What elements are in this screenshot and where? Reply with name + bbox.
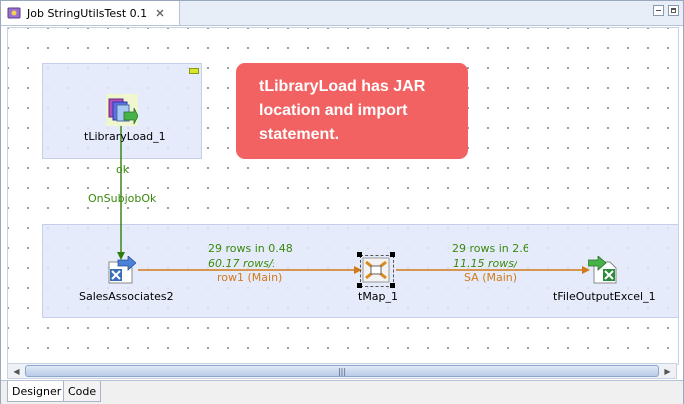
sa-flow-name: SA (Main) [464,271,518,284]
sales-associates-label: SalesAssociates2 [79,290,174,303]
tmap-handle-br[interactable] [390,283,395,288]
tmap-handle-tl[interactable] [357,252,362,257]
sa-rate-stat: 11.15 rows/s [453,257,517,270]
excel-output-label: tFileOutputExcel_1 [553,290,656,303]
row1-rate-stat: 60.17 rows/s [208,257,274,270]
scroll-left-button[interactable]: ◀ [9,364,24,378]
scrollbar-thumb[interactable]: ||| [25,365,659,377]
tab-designer[interactable]: Designer [7,381,67,402]
job-icon [7,7,21,19]
excel-output-icon[interactable] [588,256,618,284]
ok-trigger-label: ok [116,163,130,176]
sales-associates-icon[interactable] [106,256,136,284]
tmap-label: tMap_1 [358,290,399,303]
editor-tab-title: Job StringUtilsTest 0.1 [27,6,148,20]
minimize-button[interactable] [653,5,664,16]
row1-rows-stat: 29 rows in 0.48 [208,242,292,255]
window-controls [653,5,679,16]
library-load-icon[interactable] [106,94,138,126]
tmap-icon[interactable] [362,257,390,283]
scroll-right-button[interactable]: ▶ [660,364,675,378]
editor-tab-job[interactable]: Job StringUtilsTest 0.1 [1,1,180,25]
tmap-handle-tr[interactable] [390,252,395,257]
library-load-label: tLibraryLoad_1 [84,130,166,143]
editor-tab-bar: Job StringUtilsTest 0.1 [1,1,683,26]
editor-bottom-tabs: Designer Code [1,380,683,404]
grip-icon: ||| [337,366,347,376]
designer-canvas[interactable]: tLibraryLoad has JAR location and import… [7,27,679,365]
maximize-button[interactable] [668,5,679,16]
job-editor: Job StringUtilsTest 0.1 tLibraryLoad has… [0,0,684,404]
row1-flow-name: row1 (Main) [217,271,283,284]
close-icon[interactable] [155,8,165,18]
onsubjobok-label: OnSubjobOk [88,192,157,205]
tmap-handle-bl[interactable] [357,283,362,288]
tab-code[interactable]: Code [63,381,102,402]
sa-rows-stat: 29 rows in 2.6s [452,242,528,255]
horizontal-scrollbar[interactable]: ◀ ||| ▶ [7,363,677,379]
